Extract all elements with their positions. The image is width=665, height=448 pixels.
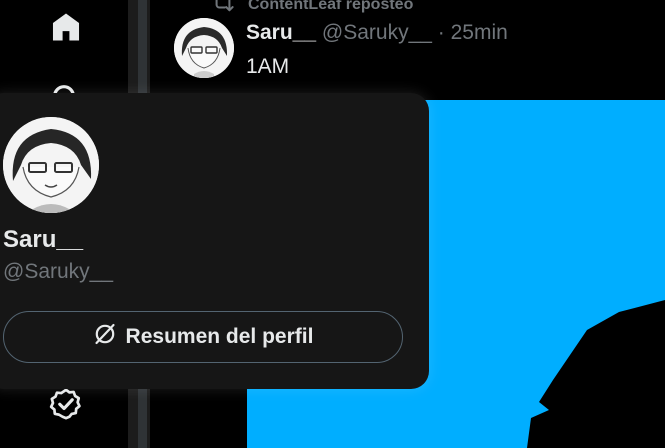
profile-summary-button[interactable]: Resumen del perfil [3,311,403,363]
profile-name[interactable]: Saru__ [3,226,83,254]
separator: · [437,21,445,44]
grok-icon [93,322,117,352]
verified-icon[interactable] [48,386,84,422]
tweet-header: Saru__ @Saruky__ · 25min [246,21,508,45]
repost-indicator: ContentLeaf reposteó [212,0,413,18]
tweet-author-name[interactable]: Saru__ [246,21,316,44]
tweet-text: 1AM [246,55,290,78]
repost-icon [212,0,234,18]
tweet-author-handle[interactable]: @Saruky__ [322,21,432,44]
tweet-timestamp[interactable]: 25min [451,21,508,44]
profile-handle[interactable]: @Saruky__ [3,260,113,284]
profile-summary-label: Resumen del perfil [125,325,314,348]
repost-text: ContentLeaf reposteó [248,0,414,13]
home-icon[interactable] [48,9,84,45]
profile-avatar[interactable] [3,117,99,213]
avatar[interactable] [174,18,234,78]
